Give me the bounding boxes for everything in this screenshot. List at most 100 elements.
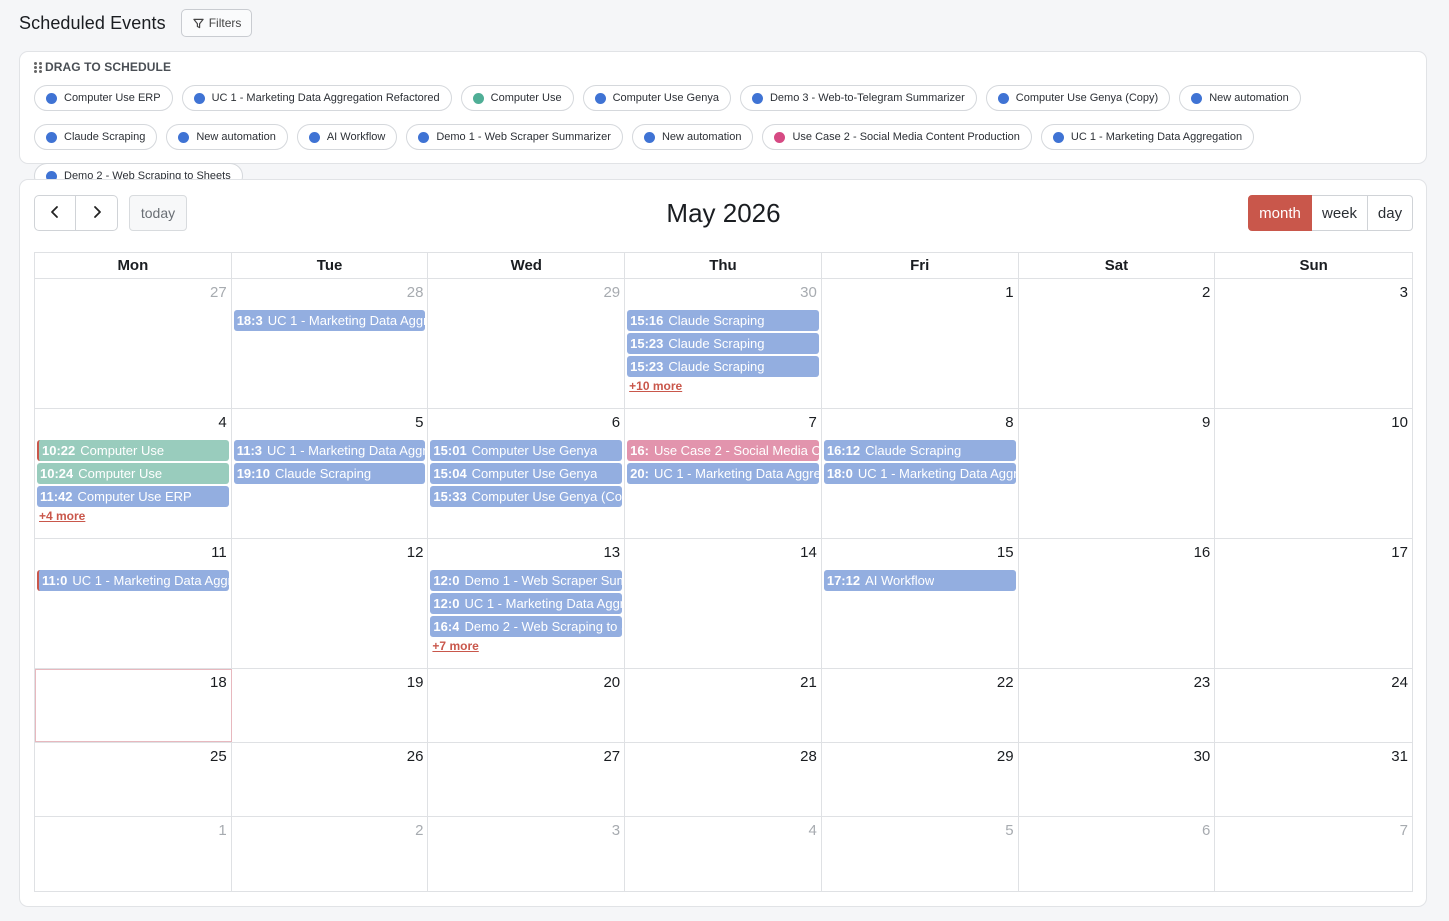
calendar-event[interactable]: 15:23 Claude Scraping (627, 356, 819, 377)
day-cell[interactable]: 1 (822, 279, 1019, 408)
day-cell[interactable]: 24 (1215, 669, 1412, 742)
draggable-chip[interactable]: Computer Use Genya (Copy) (985, 85, 1171, 111)
calendar-event[interactable]: 15:33 Computer Use Genya (Copy) (430, 486, 623, 507)
day-cell[interactable]: 3 (428, 817, 626, 891)
draggable-chip[interactable]: AI Workflow (296, 124, 398, 150)
day-number[interactable]: 6 (612, 414, 620, 431)
calendar-event[interactable]: 19:10 Claude Scraping (233, 463, 426, 484)
day-cell[interactable]: 2 (232, 817, 429, 891)
draggable-chip[interactable]: New automation (166, 124, 288, 150)
draggable-chip[interactable]: Claude Scraping (34, 124, 158, 150)
view-month-button[interactable]: month (1248, 195, 1312, 231)
day-cell[interactable]: 4 (625, 817, 822, 891)
day-cell[interactable]: 14 (625, 539, 822, 668)
calendar-event[interactable]: 18:3 UC 1 - Marketing Data Aggregation (233, 310, 426, 331)
day-cell[interactable]: 7 (1215, 817, 1412, 891)
calendar-event[interactable]: 15:23 Claude Scraping (627, 333, 819, 354)
day-number[interactable]: 4 (218, 414, 226, 431)
next-month-button[interactable] (76, 195, 118, 231)
day-cell[interactable]: 15 17:12 AI Workflow (822, 539, 1019, 668)
today-button[interactable]: today (129, 195, 187, 231)
day-cell[interactable]: 8 16:12 Claude Scraping 18:0 UC 1 - Marketin… (822, 409, 1019, 538)
day-number[interactable]: 5 (415, 414, 423, 431)
day-number[interactable]: 4 (809, 822, 817, 839)
more-events-link[interactable]: +10 more (629, 379, 819, 393)
day-number[interactable]: 24 (1391, 674, 1408, 691)
calendar-event[interactable]: 12:0 Demo 1 - Web Scraper Summarizer (430, 570, 623, 591)
day-number[interactable]: 3 (1400, 284, 1408, 301)
day-number[interactable]: 7 (809, 414, 817, 431)
day-cell[interactable]: 5 (822, 817, 1019, 891)
day-number[interactable]: 3 (612, 822, 620, 839)
view-day-button[interactable]: day (1368, 195, 1413, 231)
draggable-chip[interactable]: UC 1 - Marketing Data Aggregation Refact… (181, 85, 452, 111)
day-cell[interactable]: 20 (428, 669, 626, 742)
more-events-link[interactable]: +7 more (432, 639, 622, 653)
day-cell[interactable]: 30 (1019, 743, 1216, 816)
more-events-link[interactable]: +4 more (39, 509, 229, 523)
draggable-chip[interactable]: Computer Use (460, 85, 574, 111)
day-cell[interactable]: 4 10:22 Computer Use 10:24 Computer Use 11:42… (35, 409, 232, 538)
day-cell[interactable]: 13 12:0Demo 1 - Web Scraper Summarizer12:… (428, 539, 626, 668)
day-number[interactable]: 22 (997, 674, 1014, 691)
day-number[interactable]: 16 (1194, 544, 1211, 561)
day-cell[interactable]: 2 (1019, 279, 1216, 408)
day-number[interactable]: 12 (407, 544, 424, 561)
day-cell[interactable]: 28 (625, 743, 822, 816)
day-cell[interactable]: 9 (1019, 409, 1216, 538)
calendar-event[interactable]: 16:4 Demo 2 - Web Scraping to Sheets (430, 616, 623, 637)
day-number[interactable]: 2 (1202, 284, 1210, 301)
draggable-chip[interactable]: Demo 3 - Web-to-Telegram Summarizer (739, 85, 977, 111)
day-number[interactable]: 11 (211, 544, 227, 561)
calendar-event[interactable]: 11:3 UC 1 - Marketing Data Aggregation (233, 440, 426, 461)
day-number[interactable]: 7 (1400, 822, 1408, 839)
day-cell[interactable]: 17 (1215, 539, 1412, 668)
day-number[interactable]: 8 (1005, 414, 1013, 431)
day-number[interactable]: 27 (210, 284, 227, 301)
day-number[interactable]: 2 (415, 822, 423, 839)
day-number[interactable]: 29 (603, 284, 620, 301)
day-number[interactable]: 23 (1194, 674, 1211, 691)
day-cell[interactable]: 18 (35, 669, 232, 742)
draggable-chip[interactable]: Computer Use ERP (34, 85, 173, 111)
calendar-event[interactable]: 12:0 UC 1 - Marketing Data Aggregation (430, 593, 623, 614)
day-cell[interactable]: 6 (1019, 817, 1216, 891)
calendar-event[interactable]: 11:42 Computer Use ERP (37, 486, 229, 507)
day-cell[interactable]: 10 (1215, 409, 1412, 538)
day-cell[interactable]: 29 (428, 279, 626, 408)
calendar-event[interactable]: 17:12 AI Workflow (823, 570, 1016, 591)
day-number[interactable]: 30 (1194, 748, 1211, 765)
day-number[interactable]: 29 (997, 748, 1014, 765)
filters-button[interactable]: Filters (180, 9, 253, 37)
calendar-event[interactable]: 15:16 Claude Scraping (627, 310, 819, 331)
day-cell[interactable]: 29 (822, 743, 1019, 816)
day-cell[interactable]: 16 (1019, 539, 1216, 668)
day-number[interactable]: 20 (603, 674, 620, 691)
draggable-chip[interactable]: UC 1 - Marketing Data Aggregation (1040, 124, 1255, 150)
calendar-event[interactable]: 16:12 Claude Scraping (823, 440, 1016, 461)
draggable-chip[interactable]: Computer Use Genya (582, 85, 731, 111)
day-cell[interactable]: 5 11:3 UC 1 - Marketing Data Aggregation 19… (232, 409, 429, 538)
day-number[interactable]: 17 (1391, 544, 1408, 561)
day-number[interactable]: 26 (407, 748, 424, 765)
day-cell[interactable]: 22 (822, 669, 1019, 742)
draggable-chip[interactable]: New automation (1179, 85, 1301, 111)
draggable-chip[interactable]: Demo 1 - Web Scraper Summarizer (406, 124, 623, 150)
day-number[interactable]: 25 (210, 748, 227, 765)
calendar-event[interactable]: 15:01 Computer Use Genya (430, 440, 623, 461)
day-number[interactable]: 27 (603, 748, 620, 765)
day-number[interactable]: 5 (1005, 822, 1013, 839)
calendar-event[interactable]: 18:0 UC 1 - Marketing Data Aggregation (823, 463, 1016, 484)
day-number[interactable]: 21 (800, 674, 817, 691)
day-number[interactable]: 9 (1202, 414, 1210, 431)
day-number[interactable]: 13 (603, 544, 620, 561)
day-cell[interactable]: 3 (1215, 279, 1412, 408)
day-cell[interactable]: 21 (625, 669, 822, 742)
day-cell[interactable]: 25 (35, 743, 232, 816)
day-cell[interactable]: 30 15:16 Claude Scraping 15:23 Claude Scrapi… (625, 279, 822, 408)
day-number[interactable]: 31 (1391, 748, 1408, 765)
day-number[interactable]: 28 (800, 748, 817, 765)
calendar-event[interactable]: 11:0 UC 1 - Marketing Data Aggregation (37, 570, 229, 591)
calendar-event[interactable]: 20: UC 1 - Marketing Data Aggregation (627, 463, 819, 484)
day-cell[interactable]: 7 16: Use Case 2 - Social Media Content Pr… (625, 409, 822, 538)
